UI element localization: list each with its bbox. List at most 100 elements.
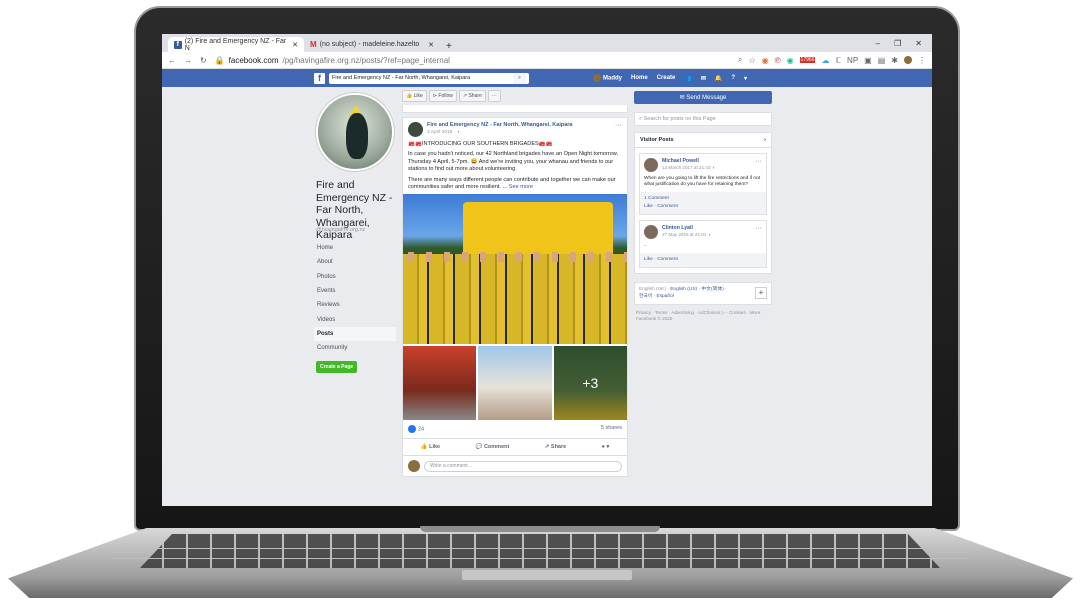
post-author[interactable]: Fire and Emergency NZ - Far North, Whang… xyxy=(427,122,572,128)
visitor-post-date[interactable]: 27 May 2015 at 21:01 ◑ xyxy=(662,232,711,237)
post-date[interactable]: 3 April 2019 · ◑ xyxy=(427,130,572,135)
avatar[interactable] xyxy=(644,158,658,172)
send-message-button[interactable]: ✉ Send Message xyxy=(634,91,772,104)
messenger-icon[interactable]: ✉ xyxy=(701,75,706,82)
post-stats: 24 5 shares xyxy=(403,420,627,440)
new-tab-button[interactable]: + xyxy=(440,41,458,52)
extension-icon[interactable]: ℂ xyxy=(835,56,841,65)
page-handle[interactable]: @havingafire.org.nz xyxy=(316,227,365,233)
profile-link[interactable]: Maddy xyxy=(593,74,622,82)
visitor-name[interactable]: Michael Powell xyxy=(662,158,715,164)
messenger-icon: ✉ xyxy=(679,95,687,101)
pinterest-icon[interactable]: ℗ xyxy=(775,56,781,65)
nav-item-community[interactable]: Community xyxy=(314,341,396,355)
maximize-button[interactable]: ❐ xyxy=(894,39,901,48)
cloud-icon[interactable]: ☁ xyxy=(821,56,829,65)
tab-gmail[interactable]: M (no subject) - madeleine.hazelto ✕ xyxy=(304,37,440,52)
page-profile-picture[interactable] xyxy=(316,93,394,171)
comment-button[interactable]: 💬 Comment xyxy=(476,444,510,450)
help-icon[interactable]: ? xyxy=(731,75,735,81)
language-links[interactable]: English (US) · 中文(简体) · xyxy=(670,287,727,292)
share-count[interactable]: 5 shares xyxy=(601,425,622,433)
menu-icon[interactable]: ⋮ xyxy=(918,56,926,65)
header-nav: Maddy Home Create 👥 ✉ 🔔 ? ▾ xyxy=(593,74,747,82)
star-icon[interactable]: ☆ xyxy=(749,56,756,65)
like-comment-links[interactable]: Like · Comment xyxy=(644,203,762,211)
page-nav: Home About Photos Events Reviews Videos … xyxy=(314,241,396,355)
reload-icon[interactable]: ↻ xyxy=(200,56,207,65)
avatar[interactable] xyxy=(644,225,658,239)
avatar[interactable] xyxy=(408,122,423,137)
visitor-post-footer: 1 Comment Like · Comment xyxy=(640,192,766,214)
visitor-post-text: When are you going to lift the fire rest… xyxy=(644,176,760,187)
back-icon[interactable]: ← xyxy=(168,56,176,65)
post-options-icon[interactable]: ··· xyxy=(755,225,762,239)
gmail-icon: M xyxy=(310,40,317,49)
close-tab-icon[interactable]: ✕ xyxy=(292,41,298,49)
follow-button[interactable]: ⊳ Follow xyxy=(428,90,457,102)
post-thumbnails: +3 xyxy=(403,346,627,421)
mail-badge-icon[interactable]: 17966 xyxy=(799,57,816,63)
home-link[interactable]: Home xyxy=(631,75,648,81)
chevron-down-icon[interactable]: ▾ xyxy=(744,75,747,82)
search-icon[interactable]: ⌕ xyxy=(512,72,526,84)
share-page-button[interactable]: ↗ Share xyxy=(458,90,486,102)
visitor-post-date[interactable]: 13 March 2017 at 21:43 ◑ xyxy=(662,165,715,170)
facebook-search-input[interactable]: Fire and Emergency NZ - Far North, Whang… xyxy=(329,72,529,84)
extension-icon[interactable]: ◉ xyxy=(762,56,769,65)
forward-icon[interactable]: → xyxy=(184,56,192,65)
more-photos-count: +3 xyxy=(553,346,627,421)
close-window-button[interactable]: ✕ xyxy=(915,39,922,48)
post-options-icon[interactable]: ··· xyxy=(755,158,762,172)
nav-item-posts[interactable]: Posts xyxy=(314,326,396,342)
footer-links[interactable]: Privacy · Terms · Advertising · AdChoice… xyxy=(634,310,772,323)
extension-icon[interactable]: ▤ xyxy=(878,56,886,65)
share-button[interactable]: ↗ Share xyxy=(545,444,566,450)
post-main-photo[interactable] xyxy=(403,194,627,345)
post-thumbnail[interactable] xyxy=(403,346,477,421)
nav-item-videos[interactable]: Videos xyxy=(314,312,396,326)
visitor-posts-header[interactable]: Visitor Posts › xyxy=(635,133,771,148)
minimize-button[interactable]: – xyxy=(876,39,880,48)
nav-item-reviews[interactable]: Reviews xyxy=(314,298,396,312)
grammarly-icon[interactable]: ◉ xyxy=(787,56,794,65)
audience-selector[interactable]: ● ▾ xyxy=(602,444,610,450)
visitor-name[interactable]: Clinton Lyall xyxy=(662,225,711,231)
reaction-count[interactable]: 24 xyxy=(408,425,424,434)
extension-icon[interactable]: NP xyxy=(847,56,858,65)
like-comment-links[interactable]: Like · Comment xyxy=(644,256,762,264)
extension-icon[interactable]: ▣ xyxy=(864,56,872,65)
create-link[interactable]: Create xyxy=(657,75,676,81)
like-page-button[interactable]: 👍 Like xyxy=(402,90,427,102)
search-icon[interactable]: ⌕ xyxy=(738,55,742,65)
like-button[interactable]: 👍 Like xyxy=(421,444,440,450)
tab-facebook[interactable]: f (2) Fire and Emergency NZ - Far N ✕ xyxy=(168,37,304,52)
puzzle-icon[interactable]: ✱ xyxy=(891,56,898,65)
see-more-link[interactable]: See more xyxy=(509,184,533,190)
post-thumbnail[interactable]: +3 xyxy=(553,346,627,421)
post-text: 🚒🚒INTRODUCING OUR SOUTHERN BRIGADES🚒🚒 In… xyxy=(403,141,627,191)
more-button[interactable]: ··· xyxy=(487,90,501,102)
language-links[interactable]: 한국어 · Español xyxy=(639,294,674,299)
create-page-button[interactable]: Create a Page xyxy=(316,361,358,373)
comment-count-link[interactable]: 1 Comment xyxy=(644,195,762,203)
nav-item-about[interactable]: About xyxy=(314,255,396,269)
add-language-button[interactable]: + xyxy=(755,287,767,299)
page-posts-search-input[interactable]: ⌕ Search for posts on this Page xyxy=(634,112,772,126)
nav-item-events[interactable]: Events xyxy=(314,284,396,298)
comment-input[interactable]: Write a comment... xyxy=(424,460,622,472)
post-options-icon[interactable]: ··· xyxy=(615,122,622,137)
right-column: ✉ Send Message ⌕ Search for posts on thi… xyxy=(634,87,772,323)
friends-icon[interactable]: 👥 xyxy=(684,75,691,82)
nav-item-home[interactable]: Home xyxy=(314,241,396,255)
lock-icon: 🔒 xyxy=(214,55,225,65)
facebook-logo[interactable]: f xyxy=(314,72,325,84)
post-header: Fire and Emergency NZ - Far North, Whang… xyxy=(403,118,627,141)
close-tab-icon[interactable]: ✕ xyxy=(428,41,434,49)
page-actions: 👍 Like ⊳ Follow ↗ Share ··· xyxy=(402,87,628,105)
nav-item-photos[interactable]: Photos xyxy=(314,270,396,284)
url-field[interactable]: 🔒 facebook.com/pg/havingafire.org.nz/pos… xyxy=(215,56,730,65)
notifications-icon[interactable]: 🔔 xyxy=(715,75,722,82)
avatar[interactable] xyxy=(904,56,912,64)
post-thumbnail[interactable] xyxy=(478,346,552,421)
